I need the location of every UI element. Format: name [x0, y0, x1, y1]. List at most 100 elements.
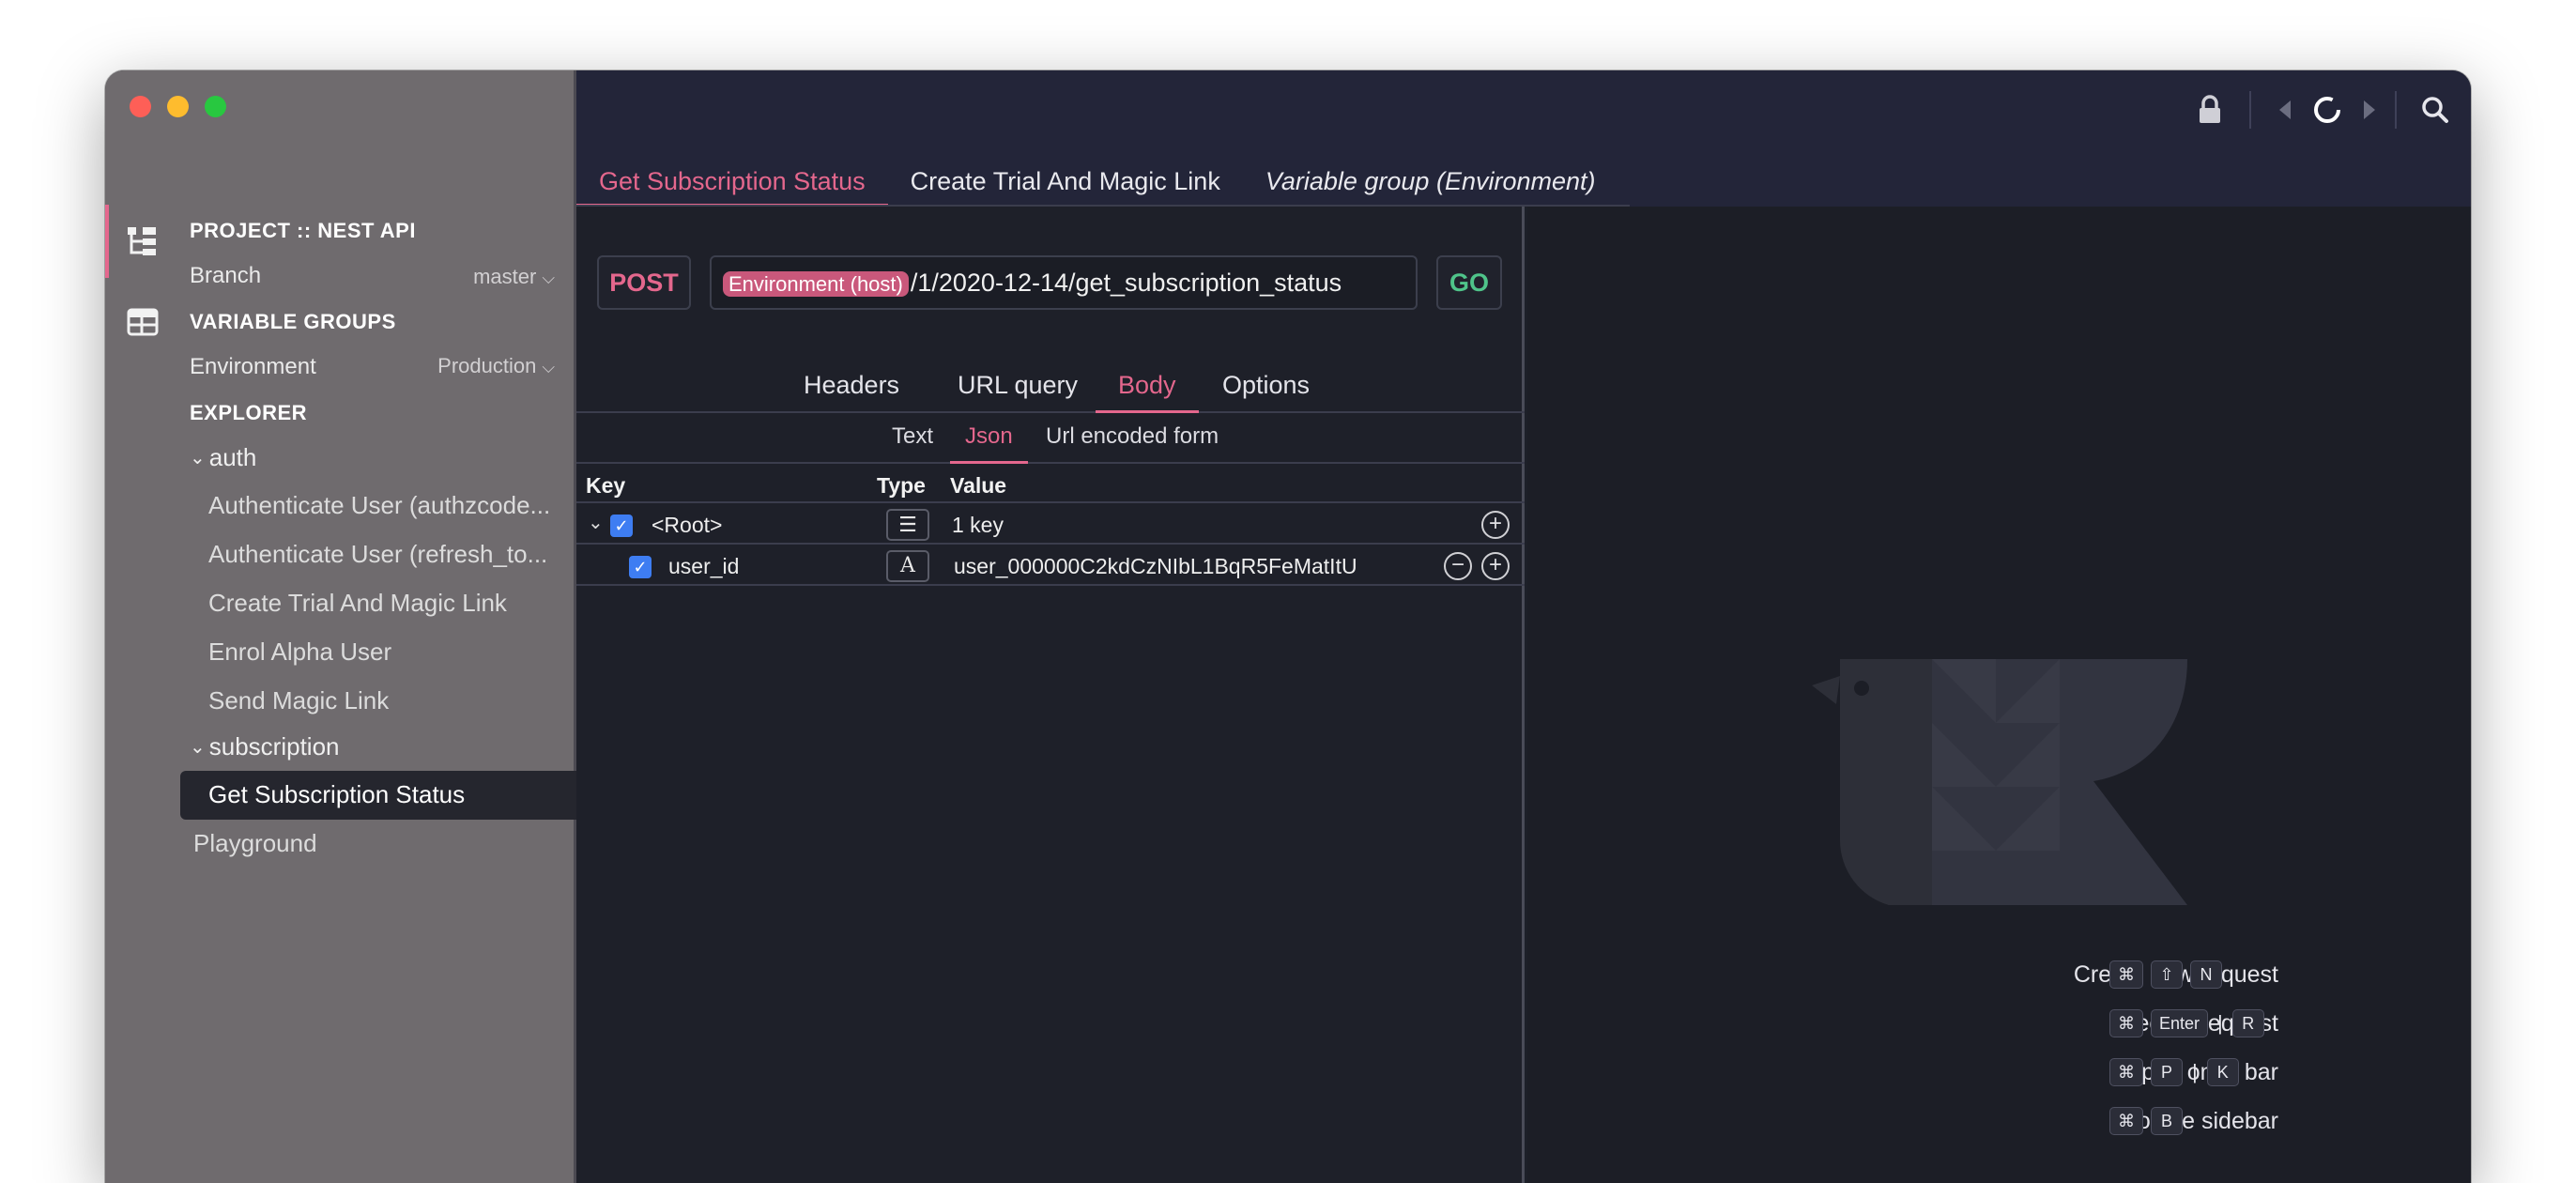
- window-controls: [130, 96, 226, 117]
- variable-groups-table-icon[interactable]: [126, 305, 160, 339]
- reload-icon[interactable]: [2308, 91, 2346, 129]
- request-item-get-subscription-status[interactable]: Get Subscription Status: [208, 780, 465, 809]
- search-icon[interactable]: [2416, 91, 2454, 129]
- shortcut-toggle-sidebar: Toggle sidebar ⌘ B: [1715, 1102, 2278, 1140]
- key-enter: Enter: [2151, 1009, 2209, 1037]
- row-enabled-checkbox[interactable]: ✓: [629, 556, 652, 578]
- explorer-heading: EXPLORER: [190, 401, 308, 424]
- add-icon[interactable]: +: [1481, 511, 1510, 539]
- key-p: P: [2151, 1058, 2183, 1086]
- tab-variable-group-environment[interactable]: Variable group (Environment): [1243, 162, 1618, 207]
- variable-groups-heading: VARIABLE GROUPS: [190, 310, 396, 333]
- shortcut-keys: ⌘ B: [2109, 1102, 2183, 1140]
- key-root[interactable]: <Root>: [652, 513, 722, 538]
- shortcut-label: Toggle sidebar: [2125, 1108, 2278, 1134]
- branch-value: master: [473, 265, 537, 288]
- table-row: ⌄ ✓ <Root> ☰ 1 key +: [576, 505, 1525, 545]
- key-k: K: [2206, 1058, 2239, 1086]
- app-window: PROJECT :: NEST API Branch master ⌵ VARIA…: [105, 70, 2471, 1183]
- column-header-value: Value: [950, 473, 1007, 498]
- tab-headers[interactable]: Headers: [781, 364, 922, 413]
- body-tab-text[interactable]: Text: [877, 415, 948, 464]
- shortcut-keys: ⌘ P | K: [2109, 1053, 2239, 1091]
- key-b: B: [2151, 1107, 2183, 1135]
- key-separator: |: [2217, 1011, 2223, 1035]
- branch-label: Branch: [190, 263, 262, 288]
- sidebar: PROJECT :: NEST API Branch master ⌵ VARIA…: [105, 70, 576, 1183]
- command-key-icon: ⌘: [2109, 1009, 2143, 1037]
- tab-create-trial-and-magic-link[interactable]: Create Trial And Magic Link: [888, 162, 1243, 207]
- table-row: ✓ user_id A user_000000C2kdCzNIbL1BqR5Fe…: [576, 546, 1525, 586]
- text-type-icon[interactable]: A: [886, 550, 929, 582]
- rail-active-indicator: [105, 205, 109, 278]
- add-icon[interactable]: +: [1481, 552, 1510, 580]
- back-arrow-icon[interactable]: [2266, 91, 2304, 129]
- forward-arrow-icon[interactable]: [2351, 91, 2388, 129]
- branch-select[interactable]: master ⌵: [473, 265, 555, 289]
- zoom-window-button[interactable]: [205, 96, 226, 117]
- shortcut-open-omni-bar: Open omni bar ⌘ P | K: [1715, 1053, 2278, 1091]
- value-user-id[interactable]: user_000000C2kdCzNIbL1BqR5FeMatItU: [954, 554, 1357, 579]
- request-tabs: Get Subscription Status Create Trial And…: [576, 162, 1618, 207]
- key-n: N: [2190, 960, 2222, 989]
- key-user-id[interactable]: user_id: [668, 554, 739, 579]
- row-enabled-checkbox[interactable]: ✓: [610, 515, 633, 537]
- shortcut-label: Create new request: [2074, 961, 2278, 988]
- folder-subscription[interactable]: ⌄ subscription: [190, 732, 340, 761]
- json-table-header: Key Type Value: [576, 466, 1525, 503]
- folder-label: auth: [208, 443, 257, 471]
- url-variable-chip[interactable]: Environment (host): [723, 271, 909, 297]
- shortcut-keys: ⌘ Enter | R: [2109, 1005, 2264, 1042]
- url-input[interactable]: Environment (host)/1/2020-12-14/get_subs…: [710, 255, 1418, 310]
- response-pane: Create new request ⌘ ⇧ N Execute request…: [1527, 207, 2471, 1183]
- value-root: 1 key: [952, 513, 1004, 537]
- toolbar-separator: [2249, 91, 2251, 129]
- request-item-authenticate-user-authzcode[interactable]: Authenticate User (authzcode...: [208, 491, 550, 520]
- folder-auth[interactable]: ⌄ auth: [190, 443, 256, 472]
- go-button[interactable]: GO: [1436, 255, 1502, 310]
- shortcut-create-new-request: Create new request ⌘ ⇧ N: [1715, 956, 2278, 993]
- list-icon[interactable]: ☰: [886, 509, 929, 541]
- toolbar-separator: [2395, 91, 2397, 129]
- chevron-down-icon: ⌄: [190, 737, 206, 758]
- tab-options[interactable]: Options: [1200, 364, 1332, 413]
- command-key-icon: ⌘: [2109, 1058, 2143, 1086]
- chevron-down-icon: ⌄: [190, 448, 206, 469]
- lock-icon[interactable]: [2191, 91, 2229, 129]
- project-tree-icon[interactable]: [126, 223, 160, 257]
- key-separator: |: [2192, 1060, 2198, 1083]
- method-select[interactable]: POST: [597, 255, 691, 310]
- body-tab-url-encoded-form[interactable]: Url encoded form: [1031, 415, 1234, 464]
- request-item-authenticate-user-refresh-token[interactable]: Authenticate User (refresh_to...: [208, 540, 547, 569]
- key-r: R: [2231, 1009, 2264, 1037]
- request-subtabs: Headers URL query Body Options: [576, 364, 1525, 413]
- url-path: /1/2020-12-14/get_subscription_status: [910, 269, 1342, 297]
- environment-select[interactable]: Production ⌵: [437, 354, 555, 378]
- tab-body[interactable]: Body: [1096, 364, 1199, 413]
- column-header-key: Key: [586, 473, 626, 498]
- remove-icon[interactable]: −: [1444, 552, 1472, 580]
- chevron-down-icon: ⌵: [542, 358, 555, 376]
- request-item-enrol-alpha-user[interactable]: Enrol Alpha User: [208, 638, 391, 667]
- column-header-type: Type: [877, 473, 926, 498]
- playground-item[interactable]: Playground: [193, 829, 317, 858]
- shift-key-icon: ⇧: [2151, 960, 2183, 989]
- tab-get-subscription-status[interactable]: Get Subscription Status: [576, 162, 888, 207]
- chevron-down-icon[interactable]: ⌄: [588, 511, 604, 534]
- tab-url-query[interactable]: URL query: [935, 364, 1100, 413]
- chevron-down-icon: ⌵: [542, 269, 555, 287]
- title-bar: Get Subscription Status Create Trial And…: [576, 70, 2471, 207]
- command-key-icon: ⌘: [2109, 960, 2143, 989]
- request-item-send-magic-link[interactable]: Send Magic Link: [208, 686, 389, 715]
- environment-label: Environment: [190, 354, 316, 379]
- main-area: Get Subscription Status Create Trial And…: [576, 70, 2471, 1183]
- app-logo-icon: [1812, 659, 2187, 905]
- project-heading: PROJECT :: NEST API: [190, 219, 416, 242]
- close-window-button[interactable]: [130, 96, 151, 117]
- shortcut-keys: ⌘ ⇧ N: [2109, 956, 2222, 993]
- shortcut-execute-request: Execute request ⌘ Enter | R: [1715, 1005, 2278, 1042]
- request-pane: POST Environment (host)/1/2020-12-14/get…: [576, 207, 1525, 1183]
- request-item-create-trial-and-magic-link[interactable]: Create Trial And Magic Link: [208, 589, 507, 618]
- body-tab-json[interactable]: Json: [950, 415, 1028, 464]
- minimize-window-button[interactable]: [167, 96, 189, 117]
